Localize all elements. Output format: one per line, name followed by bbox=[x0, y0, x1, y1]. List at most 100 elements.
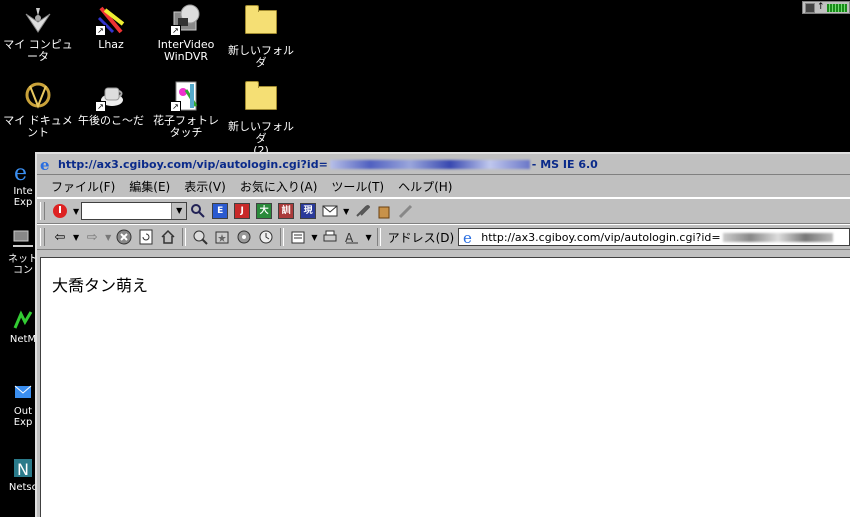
desktop-icon-lhaz[interactable]: ↗ Lhaz bbox=[73, 4, 149, 51]
search-icon[interactable] bbox=[191, 228, 209, 246]
gen-dictionary-icon[interactable]: 現 bbox=[299, 202, 317, 220]
desktop-icon-label: 花子フォトレタッチ bbox=[153, 114, 219, 139]
menu-favorites[interactable]: お気に入り(A) bbox=[240, 178, 318, 195]
favorites-icon[interactable] bbox=[213, 228, 231, 246]
toolbar-separator bbox=[376, 228, 381, 246]
lhaz-icon: ↗ bbox=[95, 4, 127, 36]
desktop-icon-label: Out Exp bbox=[13, 406, 33, 428]
e-dictionary-icon[interactable]: E bbox=[211, 202, 229, 220]
search-combo[interactable]: ▼ bbox=[81, 202, 188, 220]
desktop-icon-label: Lhaz bbox=[98, 38, 124, 51]
desktop-icon-label: NetM bbox=[9, 334, 37, 345]
desktop-icon-label: 新しいフォルダ bbox=[228, 44, 294, 69]
back-arrow-icon[interactable]: ⇦ bbox=[51, 228, 69, 246]
bag-icon[interactable] bbox=[375, 202, 393, 220]
chevron-down-icon[interactable]: ▼ bbox=[311, 233, 317, 242]
desktop-icon-my-computer[interactable]: マイ コンピュータ bbox=[0, 4, 76, 63]
menu-tools[interactable]: ツール(T) bbox=[331, 178, 384, 195]
refresh-icon[interactable] bbox=[137, 228, 155, 246]
address-url: http://ax3.cgiboy.com/vip/autologin.cgi?… bbox=[481, 230, 721, 244]
edit-icon[interactable]: A bbox=[343, 228, 361, 246]
chevron-down-icon[interactable]: ▼ bbox=[365, 233, 371, 242]
menu-help[interactable]: ヘルプ(H) bbox=[398, 178, 452, 195]
menu-edit[interactable]: 編集(E) bbox=[129, 178, 170, 195]
mail-icon[interactable] bbox=[321, 202, 339, 220]
svg-text:e: e bbox=[463, 229, 472, 245]
hanako-icon: ↗ bbox=[170, 80, 202, 112]
j-dictionary-icon[interactable]: J bbox=[233, 202, 251, 220]
window-title-suffix: - MS IE 6.0 bbox=[531, 157, 598, 171]
toolbar-grip[interactable] bbox=[40, 228, 45, 246]
page-text: 大喬タン萌え bbox=[52, 276, 149, 295]
chevron-down-icon[interactable]: ▼ bbox=[73, 233, 79, 242]
folder-icon bbox=[245, 81, 277, 118]
address-bar[interactable]: e http://ax3.cgiboy.com/vip/autologin.cg… bbox=[458, 228, 850, 246]
tray-meter-icon[interactable] bbox=[826, 3, 847, 12]
forward-arrow-icon[interactable]: ⇨ bbox=[83, 228, 101, 246]
folder-icon bbox=[245, 5, 277, 42]
pen-icon[interactable] bbox=[397, 202, 415, 220]
desktop-icon-label: ネット コン bbox=[8, 254, 38, 276]
search-toolbar: ▼ ▼ E J 大 訓 現 ▼ bbox=[37, 198, 850, 224]
desktop-icon-hanako[interactable]: ↗ 花子フォトレタッチ bbox=[148, 80, 224, 139]
netmeeting-icon bbox=[11, 308, 35, 332]
menu-bar: ファイル(F) 編集(E) 表示(V) お気に入り(A) ツール(T) ヘルプ(… bbox=[37, 174, 850, 198]
windvr-icon: ↗ bbox=[170, 4, 202, 36]
toolbar-separator bbox=[182, 228, 187, 246]
shortcut-arrow-icon: ↗ bbox=[95, 101, 106, 112]
desktop-icon-label: マイ ドキュメント bbox=[3, 114, 73, 139]
tray-chip-icon[interactable] bbox=[805, 2, 815, 13]
desktop-icon-label: 午後のこ〜だ bbox=[78, 114, 144, 127]
system-tray: ↑ bbox=[802, 1, 850, 14]
browser-window: e http://ax3.cgiboy.com/vip/autologin.cg… bbox=[35, 152, 850, 517]
gogo-coda-icon: ↗ bbox=[95, 80, 127, 112]
kun-dictionary-icon[interactable]: 訓 bbox=[277, 202, 295, 220]
my-computer-icon bbox=[22, 4, 54, 36]
desktop-icon-windvr[interactable]: ↗ InterVideo WinDVR bbox=[148, 4, 224, 63]
clip-icon[interactable] bbox=[353, 202, 371, 220]
combo-dropdown-icon[interactable]: ▼ bbox=[171, 203, 187, 219]
toolbar-separator bbox=[280, 228, 285, 246]
window-title: http://ax3.cgiboy.com/vip/autologin.cgi?… bbox=[58, 157, 328, 171]
shortcut-arrow-icon: ↗ bbox=[170, 101, 181, 112]
toolbar-grip[interactable] bbox=[40, 202, 45, 220]
ie-icon[interactable]: e bbox=[39, 156, 55, 174]
menu-file[interactable]: ファイル(F) bbox=[51, 178, 115, 195]
title-bar[interactable]: e http://ax3.cgiboy.com/vip/autologin.cg… bbox=[37, 154, 850, 174]
print-icon[interactable] bbox=[321, 228, 339, 246]
chevron-down-icon[interactable]: ▼ bbox=[343, 207, 349, 216]
mail-icon[interactable] bbox=[289, 228, 307, 246]
home-icon[interactable] bbox=[159, 228, 177, 246]
shortcut-arrow-icon: ↗ bbox=[95, 25, 106, 36]
shortcut-arrow-icon: ↗ bbox=[170, 25, 181, 36]
chevron-down-icon[interactable]: ▼ bbox=[73, 207, 79, 216]
media-icon[interactable] bbox=[235, 228, 253, 246]
svg-text:N: N bbox=[17, 460, 29, 479]
desktop-icon-label: Inte Exp bbox=[13, 186, 33, 208]
svg-text:e: e bbox=[40, 156, 50, 172]
network-icon bbox=[11, 228, 35, 252]
desktop-icon-new-folder-2[interactable]: 新しいフォルダ (2) bbox=[223, 80, 299, 157]
desktop-icon-label: InterVideo WinDVR bbox=[157, 38, 215, 63]
desktop-icon-new-folder[interactable]: 新しいフォルダ bbox=[223, 4, 299, 69]
stop-sign-icon[interactable] bbox=[51, 202, 69, 220]
address-label: アドレス(D) bbox=[387, 230, 455, 245]
desktop-icon-label: Netsc bbox=[8, 482, 38, 493]
stop-icon[interactable] bbox=[115, 228, 133, 246]
redacted-id bbox=[329, 159, 530, 169]
redacted-id bbox=[722, 232, 833, 242]
tai-dictionary-icon[interactable]: 大 bbox=[255, 202, 273, 220]
netscape-icon: N bbox=[11, 456, 35, 480]
desktop-icon-my-documents[interactable]: マイ ドキュメント bbox=[0, 80, 76, 139]
magnifier-icon[interactable] bbox=[189, 202, 207, 220]
history-icon[interactable] bbox=[257, 228, 275, 246]
outlook-express-icon bbox=[11, 380, 35, 404]
desktop-icon-gogo-coda[interactable]: ↗ 午後のこ〜だ bbox=[73, 80, 149, 127]
internet-explorer-icon: e bbox=[11, 160, 35, 186]
page-content: 大喬タン萌え bbox=[40, 257, 850, 517]
chevron-down-icon[interactable]: ▼ bbox=[105, 233, 111, 242]
desktop-icon-label: マイ コンピュータ bbox=[3, 38, 73, 63]
page-icon: e bbox=[462, 229, 478, 245]
tray-arrow-icon[interactable]: ↑ bbox=[817, 3, 825, 12]
menu-view[interactable]: 表示(V) bbox=[184, 178, 226, 195]
